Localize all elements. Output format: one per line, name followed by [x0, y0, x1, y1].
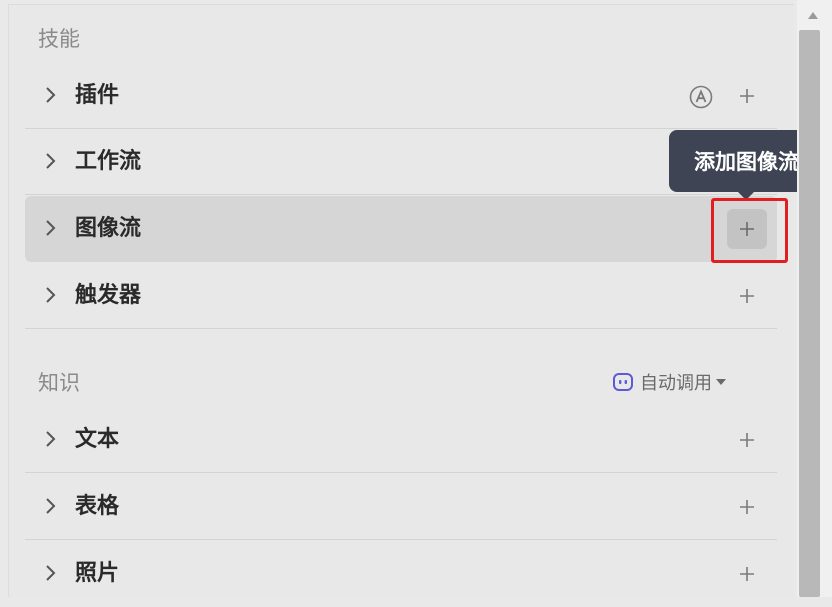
knowledge-label-photo: 照片 — [75, 561, 120, 586]
chevron-right-icon[interactable] — [39, 428, 61, 450]
knowledge-label-text: 文本 — [75, 427, 120, 452]
scrollbar[interactable] — [797, 0, 832, 597]
circled-a-icon[interactable] — [689, 85, 713, 109]
plus-icon — [740, 567, 754, 581]
knowledge-row-photo[interactable]: 照片 — [25, 541, 777, 607]
skills-knowledge-panel: 技能 插件 工作流 图像流 触发器 知识 文本 表格 照片 — [8, 4, 794, 597]
plus-icon — [740, 433, 754, 447]
skill-label-trigger: 触发器 — [75, 283, 142, 308]
auto-call-dropdown[interactable]: 自动调用 — [612, 368, 726, 396]
skill-row-trigger[interactable]: 触发器 — [25, 263, 777, 329]
scrollbar-thumb[interactable] — [799, 30, 820, 597]
skill-label-plugins: 插件 — [75, 83, 120, 108]
knowledge-row-table[interactable]: 表格 — [25, 474, 777, 540]
chevron-right-icon[interactable] — [39, 217, 61, 239]
skills-section-title: 技能 — [38, 27, 80, 51]
highlight-box — [711, 198, 788, 263]
caret-down-icon — [716, 379, 726, 385]
skill-row-workflow[interactable]: 工作流 — [25, 129, 777, 195]
add-trigger-button[interactable] — [727, 276, 767, 316]
skill-label-workflow: 工作流 — [75, 149, 142, 174]
knowledge-row-text[interactable]: 文本 — [25, 407, 777, 473]
chevron-right-icon[interactable] — [39, 495, 61, 517]
scroll-up-arrow-icon[interactable] — [808, 12, 818, 19]
add-plugin-button[interactable] — [727, 76, 767, 116]
add-text-button[interactable] — [727, 420, 767, 460]
add-table-button[interactable] — [727, 487, 767, 527]
chevron-right-icon[interactable] — [39, 284, 61, 306]
plus-icon — [740, 289, 754, 303]
auto-call-label: 自动调用 — [640, 373, 712, 394]
chevron-right-icon[interactable] — [39, 562, 61, 584]
skill-row-imageflow[interactable]: 图像流 — [25, 196, 777, 262]
knowledge-section-title: 知识 — [38, 371, 80, 395]
chevron-right-icon[interactable] — [39, 150, 61, 172]
tooltip-text: 添加图像流 — [694, 150, 799, 174]
skill-row-plugins[interactable]: 插件 — [25, 63, 777, 129]
robot-icon — [613, 373, 633, 391]
plus-icon — [740, 89, 754, 103]
skill-label-imageflow: 图像流 — [75, 216, 142, 241]
knowledge-label-table: 表格 — [75, 494, 120, 519]
plus-icon — [740, 500, 754, 514]
add-photo-button[interactable] — [727, 554, 767, 594]
chevron-right-icon[interactable] — [39, 84, 61, 106]
